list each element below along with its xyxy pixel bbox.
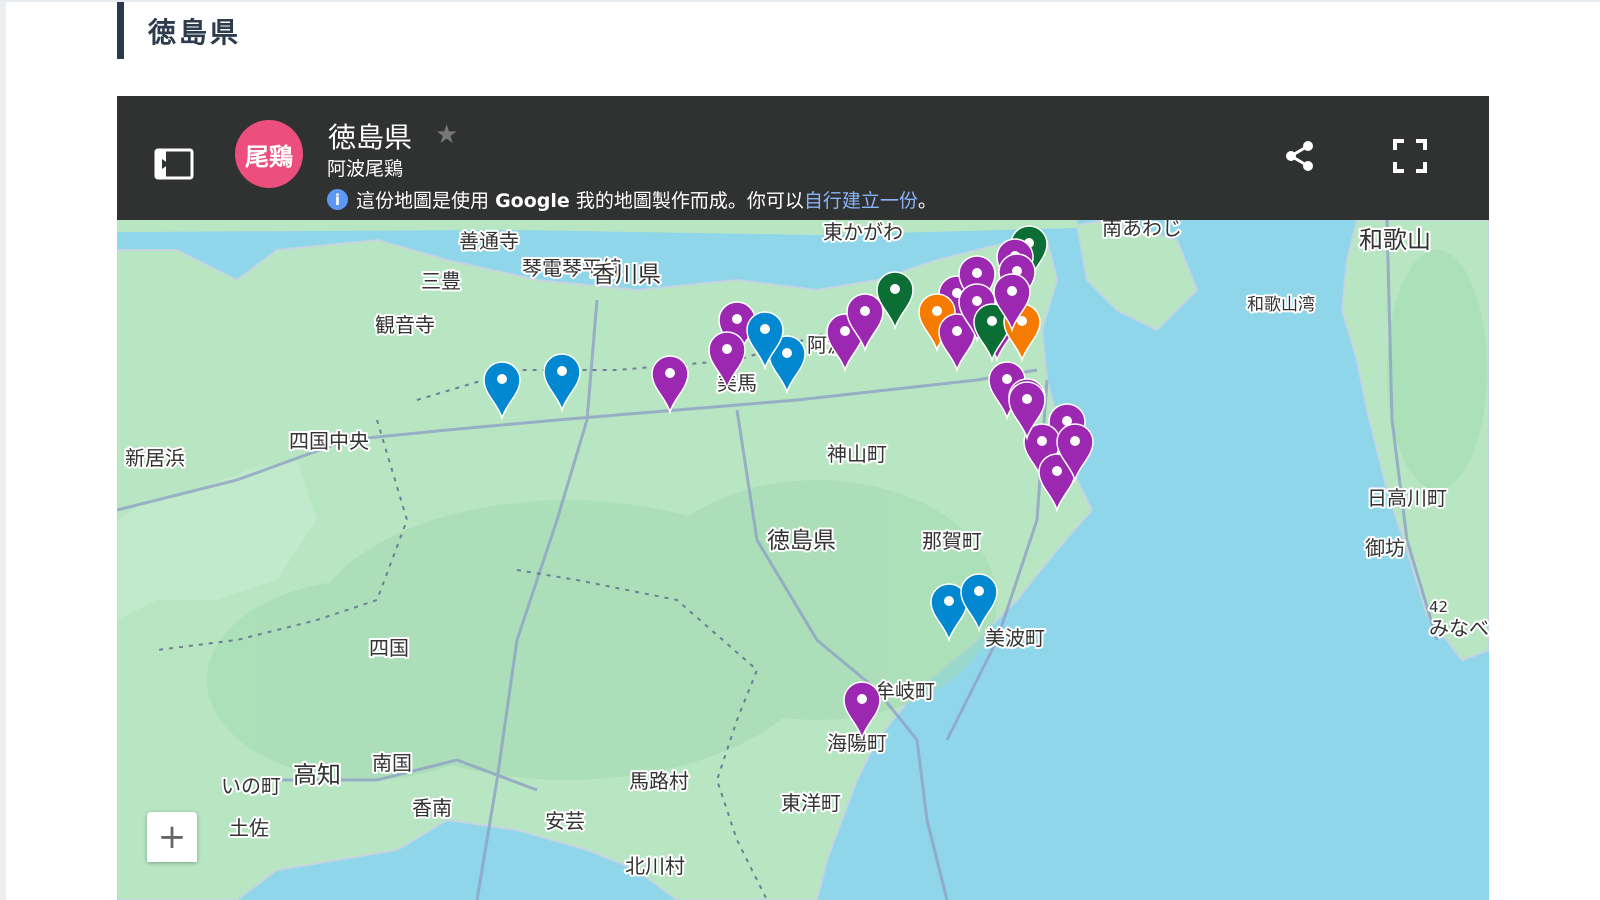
map-info-line: i 這份地圖是使用 Google 我的地圖製作而成。你可以自行建立一份。 (327, 186, 937, 213)
map-svg[interactable]: 善通寺琴電琴平線香川県三豊観音寺東かがわ 南あわじ 和歌山和歌山湾阿波美馬四国中央新… (117, 220, 1489, 900)
map-avatar: 尾鶏 (235, 120, 303, 188)
map-place-label: 42 (1429, 598, 1448, 616)
fullscreen-icon[interactable] (1392, 138, 1428, 174)
map-place-label: 高知 (293, 761, 341, 789)
map-place-label: 東洋町 (781, 791, 841, 815)
map-place-label: 三豊 (421, 269, 461, 293)
sidebar-toggle-icon[interactable] (154, 148, 194, 180)
map-place-label: 御坊 (1365, 536, 1405, 560)
share-icon[interactable] (1282, 138, 1318, 174)
section-heading-text: 徳島県 (148, 15, 242, 49)
map-place-label: 四国中央 (289, 429, 369, 453)
map-place-label: 安芸 (545, 809, 585, 833)
map-place-label: 北川村 (625, 854, 685, 878)
zoom-in-label: + (157, 817, 187, 857)
map-place-label: 東かがわ (823, 220, 903, 244)
map-place-label: 香川県 (592, 262, 661, 288)
info-text-middle: 我的地圖製作而成。你可以 (575, 190, 804, 212)
map-place-label: 土佐 (229, 816, 269, 840)
map-place-label: いの町 (221, 774, 281, 798)
info-icon: i (327, 189, 348, 210)
info-text-prefix: 這份地圖是使用 (356, 190, 490, 212)
map-place-label: 善通寺 (459, 229, 519, 253)
info-text-suffix: 。 (917, 190, 937, 212)
map-place-label: 四国 (369, 636, 409, 660)
map-header: 尾鶏 徳島県 ★ 阿波尾鶏 i 這份地圖是使用 Google 我的地圖製作而成。… (117, 96, 1489, 220)
map-place-label: 和歌山湾 (1247, 295, 1315, 315)
map-place-label: 南国 (372, 751, 412, 775)
map-place-label: みなべ (1429, 616, 1489, 640)
map-place-label: 日高川町 (1367, 486, 1447, 510)
map-place-label: 海陽町 (827, 731, 887, 755)
info-text-google: Google (495, 190, 570, 212)
map-place-label: 那賀町 (922, 529, 982, 553)
zoom-in-button[interactable]: + (147, 812, 197, 862)
map-place-label: 観音寺 (375, 313, 435, 337)
create-your-own-link[interactable]: 自行建立一份 (804, 190, 918, 212)
map-place-label: 香南 (412, 796, 452, 820)
map-place-label: 新居浜 (125, 446, 185, 470)
map-subtitle: 阿波尾鶏 (327, 158, 404, 180)
map-place-label: 美波町 (985, 626, 1045, 650)
map-place-label: 神山町 (827, 442, 887, 466)
map-title: 徳島県 (328, 121, 413, 154)
section-heading: 徳島県 (117, 2, 241, 59)
map-avatar-text: 尾鶏 (245, 142, 293, 171)
map-place-label: 徳島県 (767, 528, 836, 554)
map-place-label: 牟岐町 (875, 679, 935, 703)
map-place-label: 南あわじ (1102, 220, 1182, 240)
map-canvas[interactable]: 善通寺 琴電琴平線 香川県 三豊 観音寺 東かがわ 南あわじ 和歌山 和歌山湾 阿波 美馬 四国中央新… (117, 220, 1489, 900)
star-icon[interactable]: ★ (435, 120, 458, 150)
map-embed: 善通寺 琴電琴平線 香川県 三豊 観音寺 東かがわ 南あわじ 和歌山 和歌山湾 阿波 美馬 四国中央新… (117, 96, 1489, 900)
map-place-label: 和歌山 (1359, 226, 1431, 254)
map-place-label: 馬路村 (629, 769, 689, 793)
